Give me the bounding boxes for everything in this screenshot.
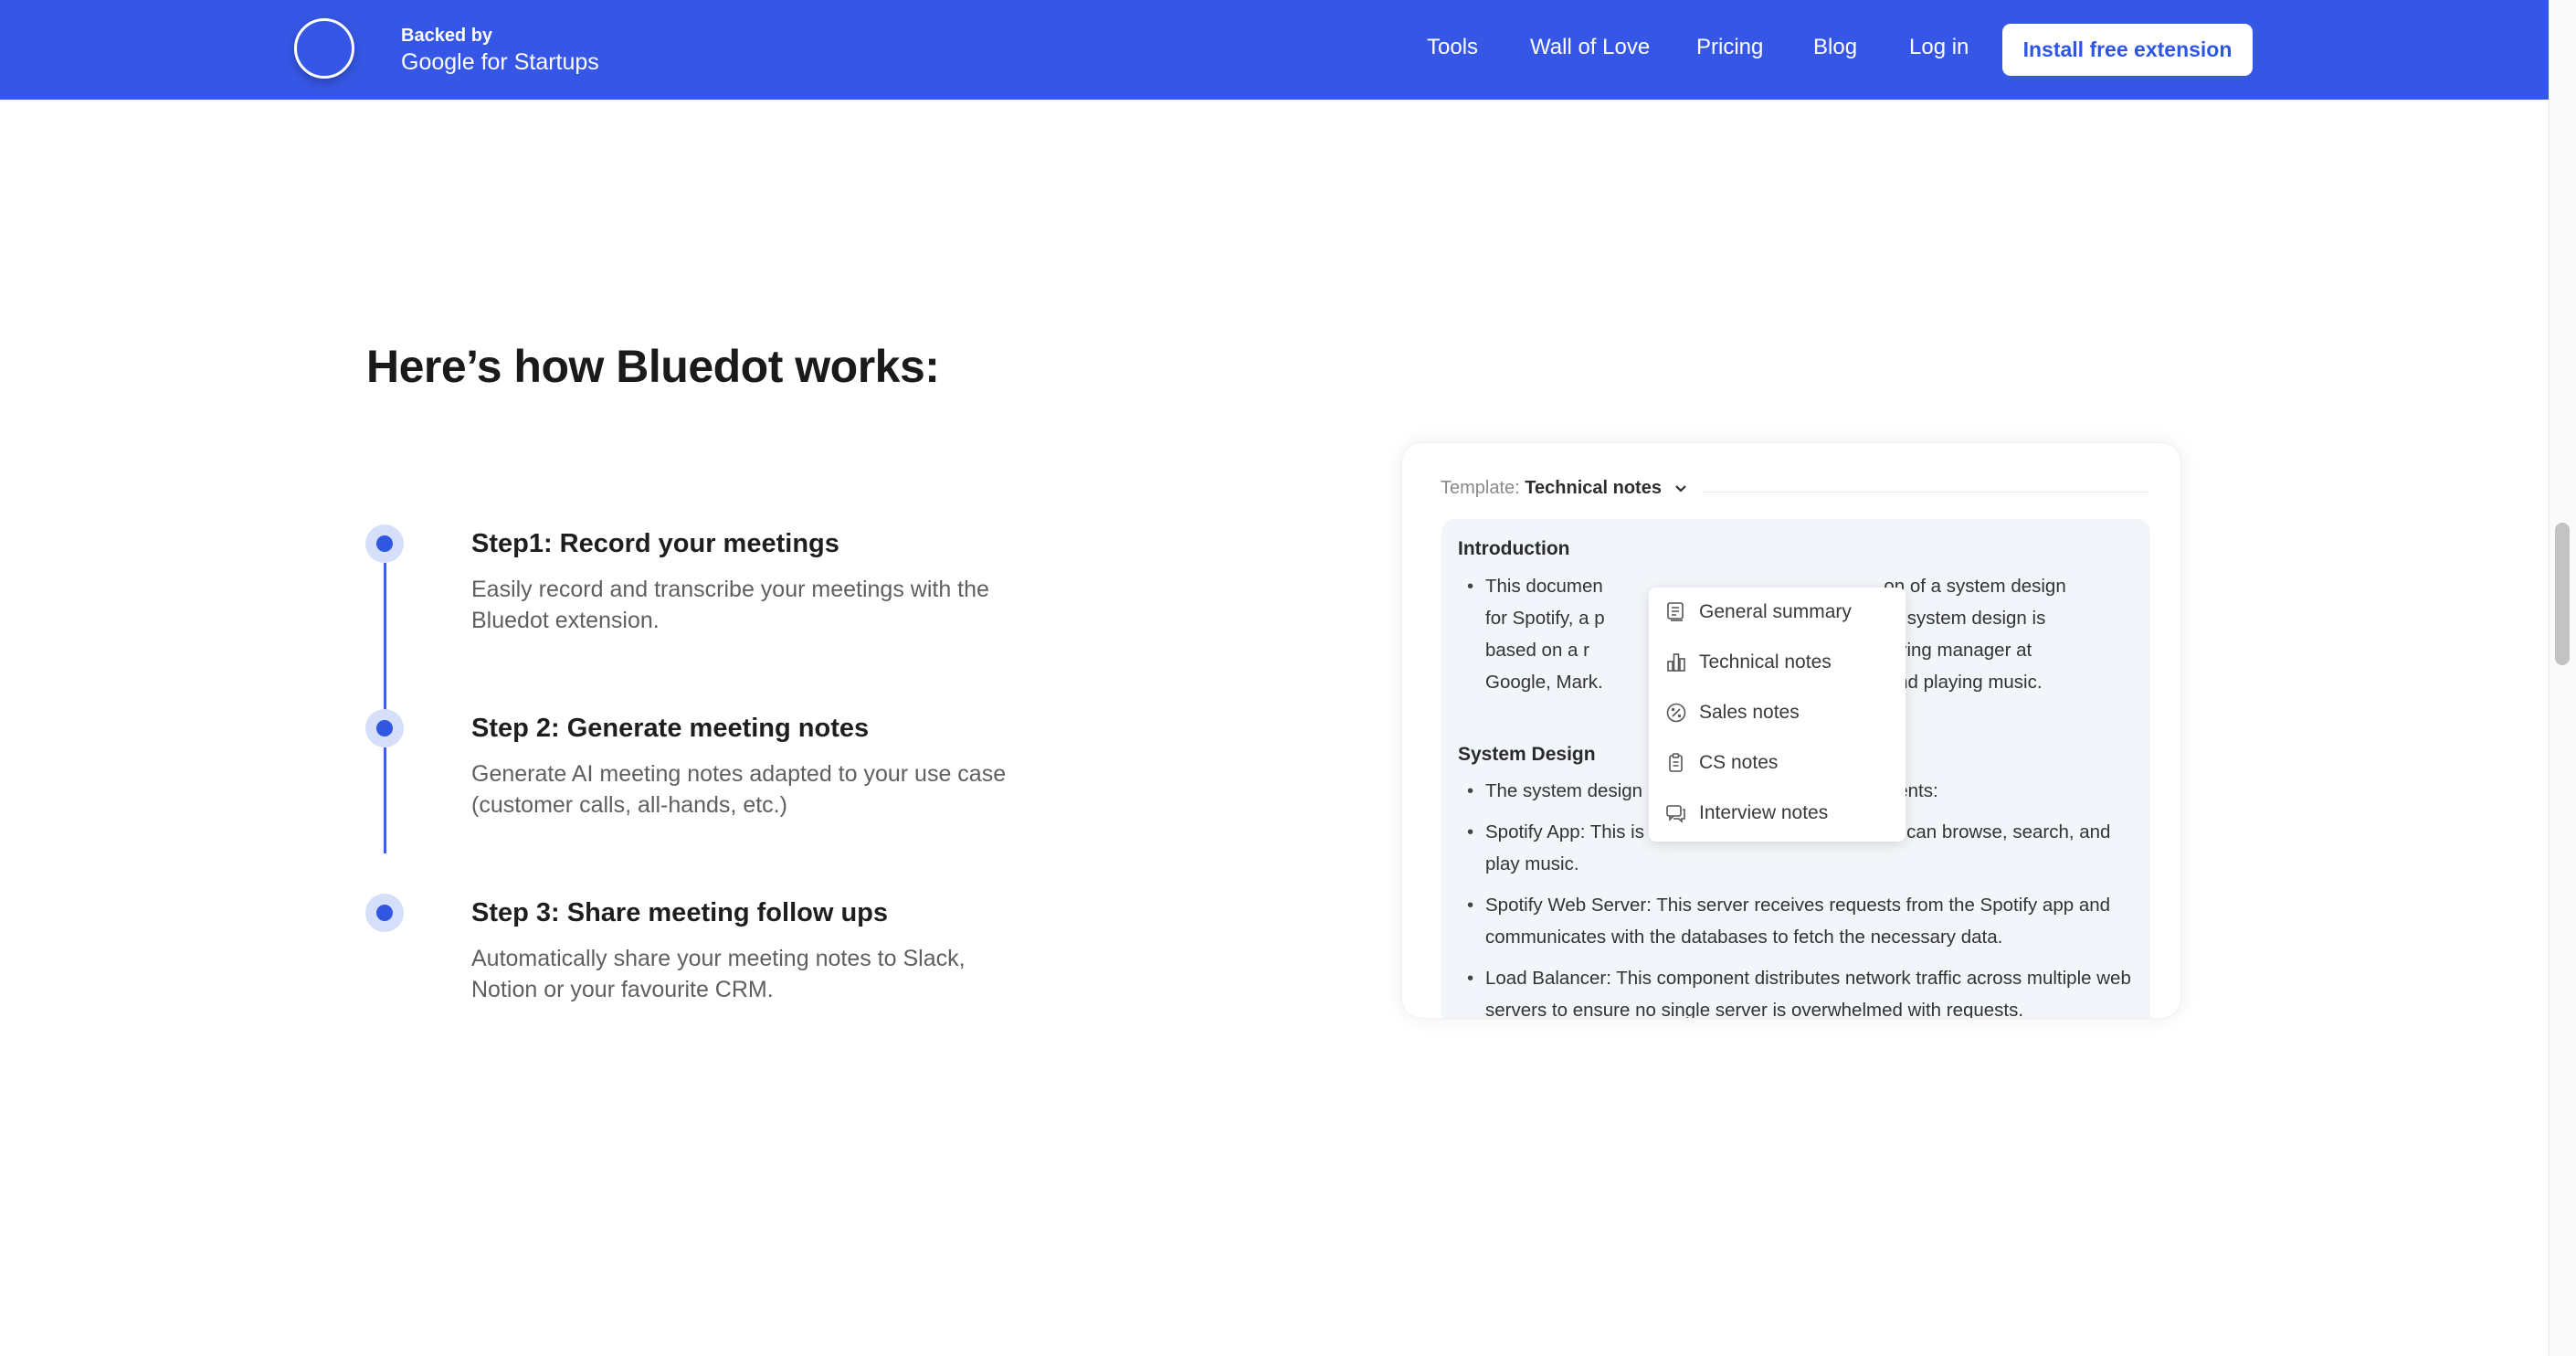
step-dot [376,905,393,921]
scrollbar-thumb[interactable] [2555,523,2570,665]
step-2-title: Step 2: Generate meeting notes [471,714,870,743]
step-2-marker [365,709,404,747]
template-dropdown-menu: General summary Technical notes Sales no… [1649,588,1906,842]
step-1-description: Easily record and transcribe your meetin… [471,577,989,633]
nav-tools[interactable]: Tools [1427,35,1478,60]
list-item: Load Balancer: This component distribute… [1467,962,2134,1018]
backed-by-text: Backed by [401,26,493,46]
template-value[interactable]: Technical notes [1525,478,1662,498]
step-1-marker [365,524,404,563]
install-extension-button[interactable]: Install free extension [2002,24,2253,76]
percent-badge-icon [1666,703,1686,723]
document-lines-icon [1667,602,1684,621]
bar-chart-icon [1667,653,1685,672]
notes-preview-card: Template: Technical notes Introduction T… [1401,442,2181,1019]
google-word: Google [401,49,475,75]
chat-bubbles-icon [1666,805,1685,823]
notes-document: Introduction This documen on of a system… [1441,519,2150,1018]
chevron-down-icon[interactable] [1674,484,1687,493]
template-divider [1702,492,2149,493]
step-3-title: Step 3: Share meeting follow ups [471,898,889,927]
step-2-description: Generate AI meeting notes adapted to you… [471,761,1007,818]
google-for-startups-badge: Backed by Google for Startups [401,25,599,76]
timeline-connector [384,563,386,711]
system-design-heading: System Design [1458,744,1596,765]
menu-item-label: Technical notes [1699,652,1832,673]
menu-item-label: Interview notes [1699,802,1829,823]
template-selector[interactable]: Template: Technical notes [1441,478,1687,499]
section-title: Here’s how Bluedot works: [366,341,940,392]
timeline-connector [384,747,386,853]
clipboard-copy-icon [1669,753,1683,772]
menu-item-label: General summary [1699,601,1852,622]
step-3-marker [365,894,404,932]
nav-pricing[interactable]: Pricing [1696,35,1763,60]
bluedot-logo[interactable] [294,18,354,79]
nav-wall-of-love[interactable]: Wall of Love [1530,35,1650,60]
nav-blog[interactable]: Blog [1813,35,1857,60]
menu-item-label: Sales notes [1699,702,1800,723]
google-for-startups-text: Google for Startups [401,48,599,76]
nav-log-in[interactable]: Log in [1909,35,1969,60]
step-dot [376,720,393,736]
step-dot [376,535,393,552]
step-1-title: Step1: Record your meetings [471,529,839,558]
for-startups-word: for Startups [480,49,599,75]
page-scrollbar[interactable] [2549,0,2576,1356]
list-item: Spotify Web Server: This server receives… [1467,889,2134,953]
top-navbar: Backed by Google for Startups Tools Wall… [0,0,2549,100]
step-3-description: Automatically share your meeting notes t… [471,946,966,1002]
template-label: Template: [1441,478,1520,498]
menu-item-label: CS notes [1699,752,1779,773]
intro-heading: Introduction [1458,538,1570,559]
